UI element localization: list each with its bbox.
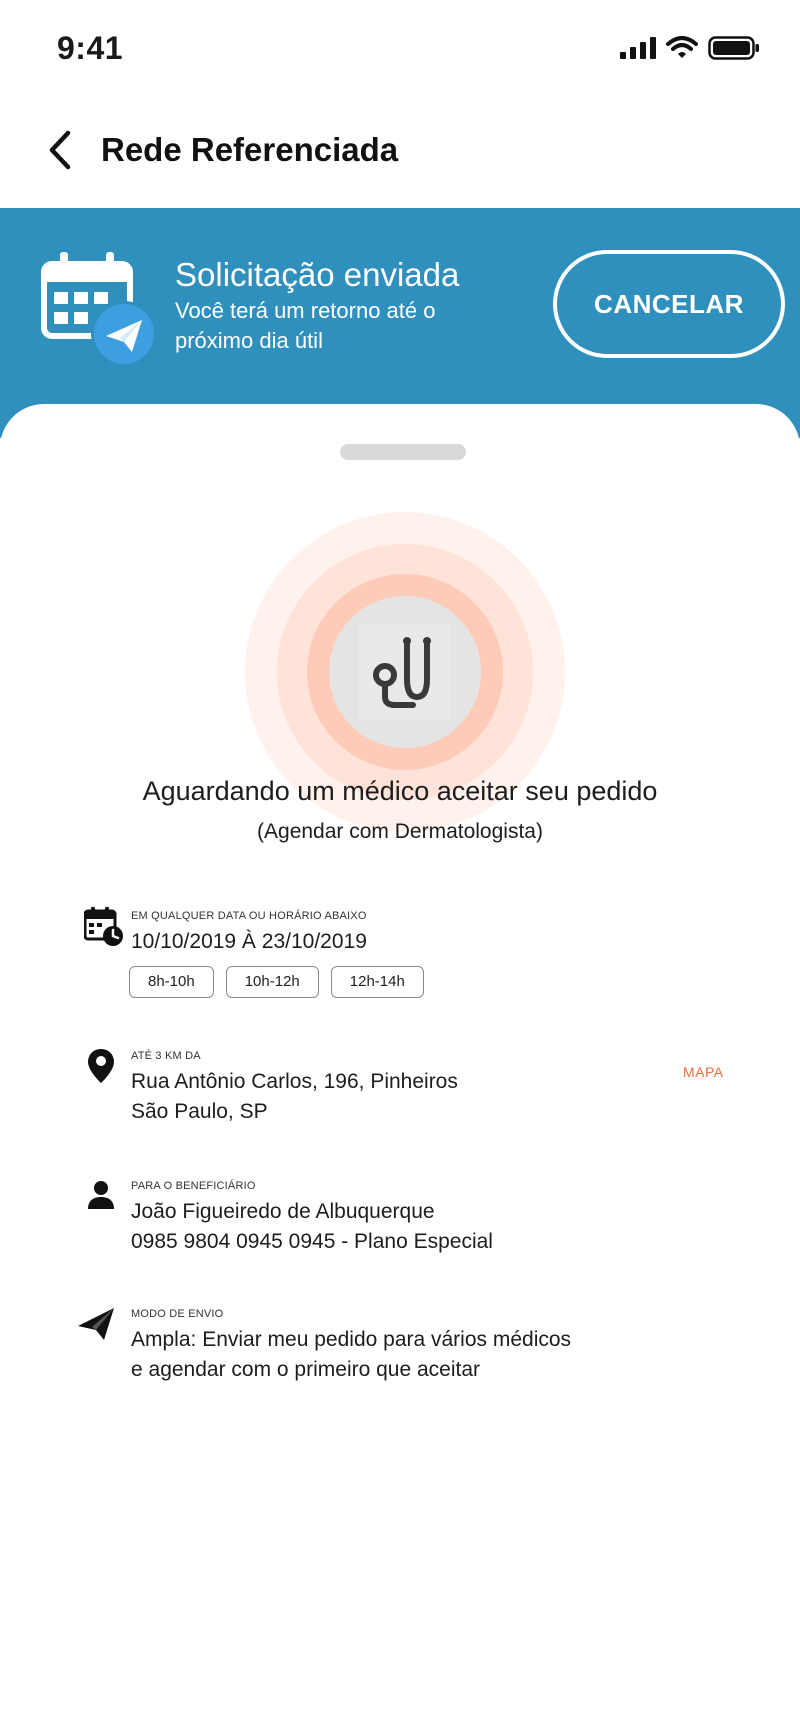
sheet-drag-handle[interactable] xyxy=(340,444,466,460)
back-button[interactable] xyxy=(40,128,80,176)
time-slot-chip[interactable]: 8h-10h xyxy=(129,966,214,998)
beneficiary-name: João Figueiredo de Albuquerque xyxy=(131,1200,435,1223)
beneficiary-label: PARA O BENEFICIÁRIO xyxy=(131,1180,256,1192)
location-section: ATÉ 3 KM DA Rua Antônio Carlos, 196, Pin… xyxy=(84,1044,744,1134)
address-line-1: Rua Antônio Carlos, 196, Pinheiros xyxy=(131,1070,458,1093)
chevron-left-icon xyxy=(46,130,74,175)
time-slot-chips: 8h-10h 10h-12h 12h-14h xyxy=(129,966,424,998)
beneficiary-section: PARA O BENEFICIÁRIO João Figueiredo de A… xyxy=(84,1174,744,1264)
time-slot-chip[interactable]: 12h-14h xyxy=(330,966,424,998)
stethoscope-icon xyxy=(359,624,451,720)
status-icons xyxy=(620,36,760,65)
banner-subtitle: Você terá um retorno até o próximo dia ú… xyxy=(175,298,436,353)
send-mode-line-1: Ampla: Enviar meu pedido para vários méd… xyxy=(131,1328,572,1351)
cancel-button[interactable]: CANCELAR xyxy=(553,250,785,358)
signal-icon xyxy=(620,37,656,64)
location-pin-icon xyxy=(87,1048,123,1088)
beneficiary-plan: 0985 9804 0945 0945 - Plano Especial xyxy=(131,1230,493,1253)
waiting-title: Aguardando um médico aceitar seu pedido xyxy=(142,776,658,806)
calendar-sent-icon xyxy=(40,250,160,370)
status-time: 9:41 xyxy=(57,30,124,66)
send-mode-line-2: e agendar com o primeiro que aceitar xyxy=(131,1358,481,1381)
schedule-label: EM QUALQUER DATA OU HORÁRIO ABAIXO xyxy=(131,910,367,922)
waiting-subtitle: (Agendar com Dermatologista) xyxy=(257,820,543,843)
send-mode-section: MODO DE ENVIO Ampla: Enviar meu pedido p… xyxy=(78,1302,744,1392)
nav-bar: Rede Referenciada xyxy=(0,100,800,208)
request-details-sheet: Aguardando um médico aceitar seu pedido … xyxy=(0,404,800,1732)
time-slot-chip[interactable]: 10h-12h xyxy=(225,966,319,998)
battery-icon xyxy=(708,36,760,65)
banner-title: Solicitação enviada xyxy=(175,256,460,293)
send-plane-icon xyxy=(76,1306,114,1346)
page-title: Rede Referenciada xyxy=(101,131,399,168)
location-label: ATÉ 3 KM DA xyxy=(131,1050,201,1062)
map-link[interactable]: MAPA xyxy=(683,1064,724,1080)
calendar-clock-icon xyxy=(83,906,123,946)
wifi-icon xyxy=(666,36,698,65)
person-icon xyxy=(87,1180,123,1220)
address-line-2: São Paulo, SP xyxy=(131,1100,268,1123)
schedule-section: EM QUALQUER DATA OU HORÁRIO ABAIXO 10/10… xyxy=(83,906,744,1016)
send-mode-label: MODO DE ENVIO xyxy=(131,1308,224,1320)
status-bar: 9:41 xyxy=(0,0,800,100)
schedule-dates: 10/10/2019 À 23/10/2019 xyxy=(131,930,367,953)
